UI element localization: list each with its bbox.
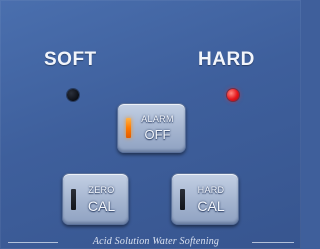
zero-cal-label-line2: CAL (87, 198, 116, 214)
hard-indicator-led (227, 89, 239, 101)
hard-cal-label-line1: HARD (197, 185, 225, 195)
panel-footer: Acid Solution Water Softening (0, 236, 301, 249)
zero-cal-indicator-light (71, 189, 76, 210)
zero-cal-button[interactable]: ZERO CAL (62, 173, 129, 225)
alarm-off-label-line2: OFF (144, 127, 171, 142)
footer-divider-right (252, 242, 294, 243)
control-panel: SOFT HARD ALARM OFF ZERO CAL HARD CAL Ac… (0, 0, 301, 249)
hard-cal-button[interactable]: HARD CAL (171, 173, 239, 225)
hard-cal-label-line2: CAL (197, 198, 225, 214)
footer-divider-left (8, 242, 58, 243)
footer-caption: Acid Solution Water Softening (92, 236, 220, 247)
alarm-indicator-light (126, 118, 131, 138)
hard-mode-label: HARD (198, 49, 255, 70)
hard-cal-indicator-light (180, 189, 185, 210)
soft-mode-label: SOFT (44, 49, 97, 70)
soft-indicator-led (67, 89, 79, 101)
alarm-off-button[interactable]: ALARM OFF (117, 103, 186, 153)
zero-cal-label-line1: ZERO (88, 185, 115, 195)
alarm-off-label-line1: ALARM (141, 114, 174, 124)
